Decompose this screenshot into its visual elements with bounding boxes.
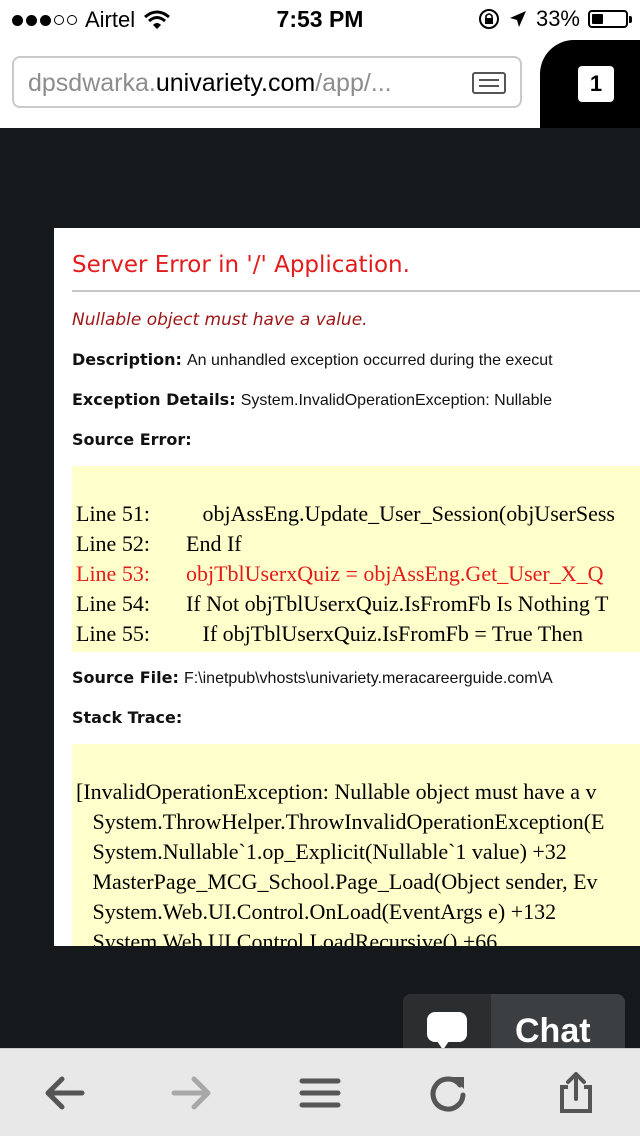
address-bar[interactable]: dpsdwarka.univariety.com/app/... [12,56,522,108]
battery-percent: 33% [535,6,580,31]
tab-count-button[interactable]: 1 [578,66,614,102]
source-code-block: Line 51: objAssEng.Update_User_Session(o… [72,466,640,652]
url-text: dpsdwarka.univariety.com/app/... [28,69,392,97]
source-line: Line 51: objAssEng.Update_User_Session(o… [76,501,615,526]
stack-trace-heading: Stack Trace: [72,708,183,727]
stack-line: System.Web.UI.Control.OnLoad(EventArgs e… [76,899,557,924]
source-file-label: Source File: [72,668,179,687]
source-file-text: F:\inetpub\vhosts\univariety.meracareerg… [183,670,553,687]
stack-trace-block: [InvalidOperationException: Nullable obj… [72,744,640,946]
title-divider [72,290,640,292]
stack-line: System.Web.UI.Control.LoadRecursive() +6… [76,929,498,946]
source-line: Line 54: If Not objTblUserxQuiz.IsFromFb … [76,591,609,616]
source-error-heading: Source Error: [72,430,192,449]
source-line-highlighted: Line 53: objTblUserxQuiz = objAssEng.Get_… [76,561,604,586]
stack-line: [InvalidOperationException: Nullable obj… [76,779,597,804]
page-title: Server Error in '/' Application. [72,252,410,278]
status-right: 33% [478,6,632,32]
error-message: Nullable object must have a value. [72,310,368,330]
stack-line: System.Nullable`1.op_Explicit(Nullable`1… [76,839,567,864]
description-label: Description: [72,350,182,369]
stack-line: System.ThrowHelper.ThrowInvalidOperation… [76,809,605,834]
exception-row: Exception Details: System.InvalidOperati… [72,390,552,410]
exception-label: Exception Details: [72,390,236,409]
source-line: Line 55: If objTblUserxQuiz.IsFromFb = T… [76,621,583,646]
location-icon [509,11,526,27]
chat-label: Chat [515,1012,591,1050]
reload-icon[interactable] [424,1071,472,1115]
back-icon[interactable] [40,1071,88,1115]
rotation-lock-icon [478,9,499,29]
reader-view-icon[interactable] [472,72,506,94]
forward-icon[interactable] [168,1071,216,1115]
chat-widget-button[interactable]: Chat [403,994,625,1054]
browser-toolbar [0,1048,640,1136]
stack-line: MasterPage_MCG_School.Page_Load(Object s… [76,869,598,894]
battery-icon [588,10,632,28]
share-icon[interactable] [552,1071,600,1115]
exception-text: System.InvalidOperationException: Nullab… [240,392,552,409]
chat-icon [403,994,491,1054]
error-page: Server Error in '/' Application. Nullabl… [54,228,640,946]
source-file-row: Source File: F:\inetpub\vhosts\univariet… [72,668,553,688]
description-row: Description: An unhandled exception occu… [72,350,553,370]
source-line: Line 52: End If [76,531,242,556]
status-bar: Airtel 7:53 PM 33% [0,0,640,40]
description-text: An unhandled exception occurred during t… [186,352,553,369]
menu-icon[interactable] [296,1071,344,1115]
